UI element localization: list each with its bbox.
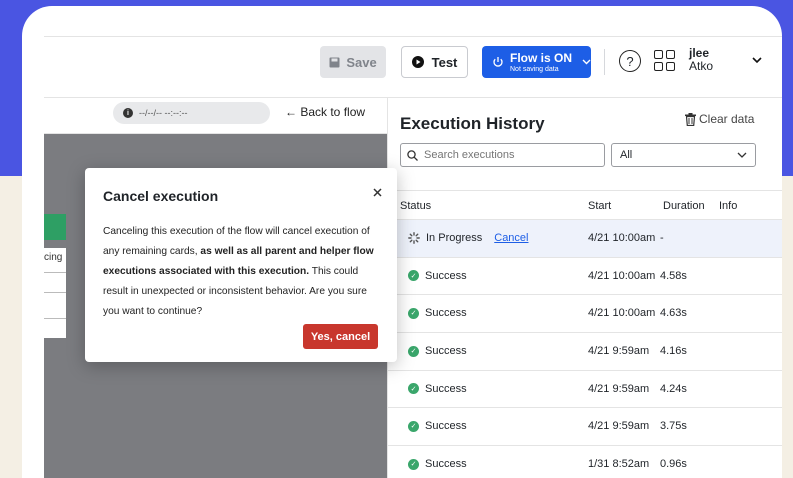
card-fragment-label: cing <box>44 252 63 263</box>
app-grid-icon[interactable] <box>654 50 675 71</box>
column-duration: Duration <box>663 200 705 212</box>
table-header: Status Start Duration Info <box>388 190 782 220</box>
table-row[interactable]: ✓ Success 4/21 10:00am 4.58s <box>388 258 782 296</box>
save-label: Save <box>346 54 377 70</box>
success-check-icon: ✓ <box>408 345 419 357</box>
row-status-label: Success <box>425 420 467 433</box>
chevron-down-icon <box>737 152 747 158</box>
row-status-label: Success <box>425 382 467 395</box>
row-status-label: Success <box>425 458 467 471</box>
divider <box>44 318 66 319</box>
row-start: 4/21 10:00am <box>588 307 656 320</box>
row-status: In Progress Cancel <box>408 232 529 244</box>
row-duration: 4.24s <box>660 382 687 395</box>
flow-status: Flow is ON Not saving data <box>510 52 572 73</box>
column-start: Start <box>588 200 612 212</box>
row-status-label: Success <box>425 345 467 358</box>
screenshot-card: Save Test Flow is ON Not saving data ? j… <box>22 6 782 478</box>
row-status: ✓ Success <box>408 458 467 470</box>
row-start: 4/21 10:00am <box>588 232 656 244</box>
table-row[interactable]: ✓ Success 4/21 9:59am 4.16s <box>388 333 782 371</box>
execution-history-title: Execution History <box>400 114 545 133</box>
status-filter-value: All <box>620 149 633 161</box>
row-duration: 4.16s <box>660 345 687 358</box>
flow-toggle-button[interactable]: Flow is ON Not saving data <box>482 46 591 78</box>
help-icon[interactable]: ? <box>619 50 641 72</box>
play-icon <box>411 56 424 68</box>
success-check-icon: ✓ <box>408 270 419 282</box>
app-window: Save Test Flow is ON Not saving data ? j… <box>44 36 782 478</box>
clear-data-button[interactable]: Clear data <box>685 112 754 126</box>
user-menu-chevron-icon[interactable] <box>752 53 762 67</box>
column-info: Info <box>719 200 738 212</box>
status-filter-select[interactable]: All <box>611 143 756 167</box>
clear-data-label: Clear data <box>699 112 755 126</box>
row-duration: 4.63s <box>660 307 687 320</box>
execution-date: --/--/-- --:--:-- <box>139 108 188 118</box>
row-start: 1/31 8:52am <box>588 458 650 471</box>
table-row[interactable]: In Progress Cancel 4/21 10:00am - <box>388 220 782 258</box>
row-status: ✓ Success <box>408 345 467 357</box>
test-label: Test <box>431 54 458 70</box>
success-check-icon: ✓ <box>408 383 419 395</box>
toolbar-divider <box>604 49 605 75</box>
trash-icon <box>685 112 696 126</box>
back-to-flow-link[interactable]: ← Back to flow <box>285 105 365 119</box>
divider <box>44 292 66 293</box>
execution-history-pane: Execution History Clear data All Status … <box>387 98 782 478</box>
row-duration: 4.58s <box>660 269 687 282</box>
execution-rows: In Progress Cancel 4/21 10:00am - ✓ Succ… <box>388 220 782 478</box>
confirm-cancel-button[interactable]: Yes, cancel <box>303 324 378 349</box>
row-status-label: In Progress <box>426 232 483 244</box>
execution-date-pill: i --/--/-- --:--:-- <box>113 102 270 124</box>
row-start: 4/21 9:59am <box>588 345 650 358</box>
user-org: Atko <box>689 59 714 73</box>
card-fragment: cing <box>44 248 66 338</box>
save-button[interactable]: Save <box>320 46 386 78</box>
success-check-icon: ✓ <box>408 307 419 319</box>
table-row[interactable]: ✓ Success 1/31 8:52am 0.96s <box>388 446 782 478</box>
row-start: 4/21 10:00am <box>588 269 656 282</box>
row-duration: 0.96s <box>660 458 687 471</box>
row-start: 4/21 9:59am <box>588 420 650 433</box>
row-status: ✓ Success <box>408 270 467 282</box>
card-header-strip <box>44 214 66 240</box>
row-duration: - <box>660 232 664 244</box>
search-input[interactable] <box>424 149 594 161</box>
top-toolbar: Save Test Flow is ON Not saving data ? j… <box>44 36 782 98</box>
row-status-label: Success <box>425 269 467 282</box>
cancel-execution-link[interactable]: Cancel <box>494 232 528 244</box>
dialog-message: Canceling this execution of the flow wil… <box>103 222 383 322</box>
flow-status-label: Flow is ON <box>510 50 573 65</box>
spinner-icon <box>408 232 420 244</box>
search-icon <box>407 149 418 161</box>
row-status-label: Success <box>425 307 467 320</box>
dialog-title: Cancel execution <box>103 188 219 204</box>
column-status: Status <box>400 200 432 212</box>
info-icon: i <box>123 108 133 118</box>
user-menu[interactable]: jlee Atko <box>689 47 713 73</box>
row-status: ✓ Success <box>408 307 467 319</box>
row-start: 4/21 9:59am <box>588 382 650 395</box>
table-row[interactable]: ✓ Success 4/21 10:00am 4.63s <box>388 295 782 334</box>
execution-header: i --/--/-- --:--:-- ← Back to flow <box>44 98 387 134</box>
close-icon[interactable] <box>373 184 382 200</box>
cancel-execution-dialog: Cancel execution Canceling this executio… <box>85 168 397 362</box>
table-row[interactable]: ✓ Success 4/21 9:59am 4.24s <box>388 371 782 409</box>
test-button[interactable]: Test <box>401 46 468 78</box>
save-icon <box>329 57 340 67</box>
power-icon <box>493 57 503 67</box>
row-duration: 3.75s <box>660 420 687 433</box>
table-row[interactable]: ✓ Success 4/21 9:59am 3.75s <box>388 408 782 447</box>
search-executions-field[interactable] <box>400 143 605 167</box>
success-check-icon: ✓ <box>408 458 419 470</box>
divider <box>44 272 66 273</box>
flow-status-sub: Not saving data <box>510 65 559 73</box>
chevron-down-icon <box>582 59 591 65</box>
success-check-icon: ✓ <box>408 420 419 432</box>
row-status: ✓ Success <box>408 383 467 395</box>
row-status: ✓ Success <box>408 420 467 432</box>
